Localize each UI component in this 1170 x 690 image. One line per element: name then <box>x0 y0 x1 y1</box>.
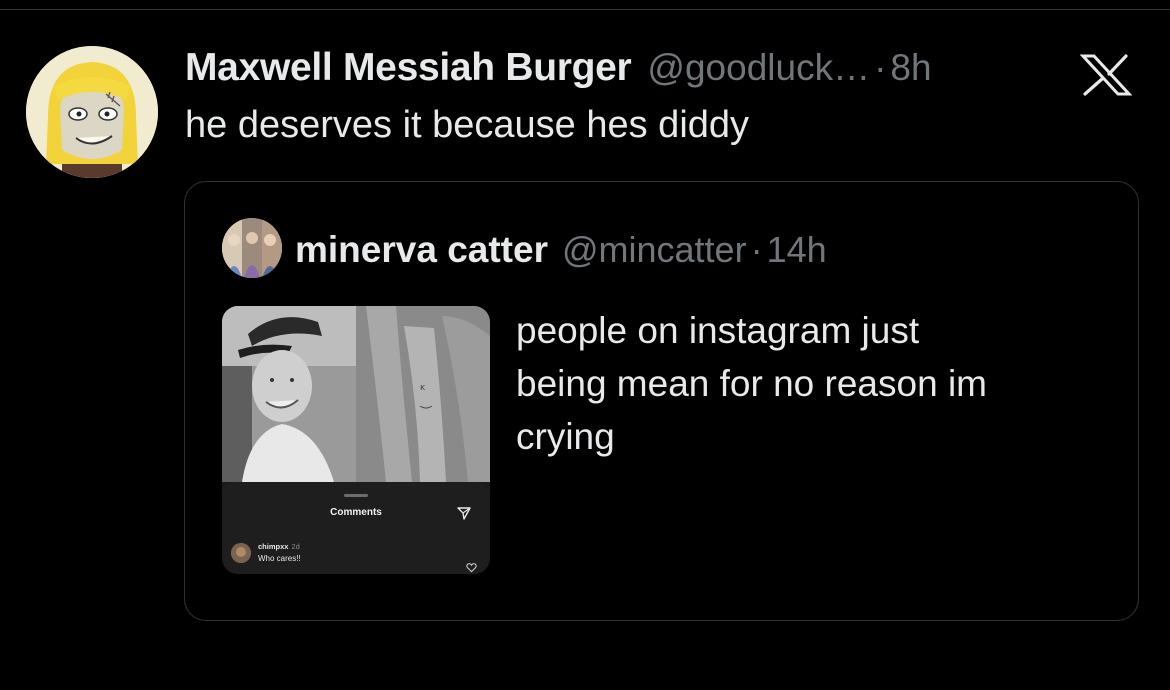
comment-text: Who cares!! <box>258 554 301 563</box>
comments-title: Comments <box>330 507 382 518</box>
quoted-separator-dot: · <box>750 229 763 270</box>
quoted-text-line: being mean for no reason im <box>516 363 987 404</box>
separator-dot: · <box>874 47 887 88</box>
quoted-author-name[interactable]: minerva catter <box>295 229 548 271</box>
tweet-header: Maxwell Messiah Burger @goodluck… · 8h <box>185 40 932 96</box>
comments-sheet: Comments chimpxx 2d Who cares!! <box>222 482 490 574</box>
svg-text:ĸ: ĸ <box>420 383 426 393</box>
x-logo-icon[interactable] <box>1079 54 1133 96</box>
post-time[interactable]: 8h <box>890 47 931 89</box>
heart-icon <box>466 560 477 573</box>
tweet-text: he deserves it because hes diddy <box>185 104 750 146</box>
comment-age: 2d <box>291 542 300 551</box>
photo-right: ĸ <box>356 306 490 482</box>
quoted-text-line: people on instagram just <box>516 310 920 351</box>
author-handle[interactable]: @goodluck… <box>647 47 870 89</box>
quoted-text-line: crying <box>516 416 615 457</box>
quoted-author-handle[interactable]: @mincatter <box>562 229 747 271</box>
author-name[interactable]: Maxwell Messiah Burger <box>185 46 632 90</box>
share-icon <box>456 505 472 521</box>
avatar[interactable] <box>26 46 158 178</box>
comment-username: chimpxx 2d <box>258 542 300 551</box>
comment-avatar <box>231 543 251 563</box>
quoted-avatar[interactable] <box>222 218 282 278</box>
sheet-handle <box>344 494 368 497</box>
photo-left <box>222 306 356 482</box>
quoted-media-image[interactable]: ĸ Comments chimpxx 2d Who cares!! <box>222 306 490 574</box>
quoted-tweet-header: minerva catter @mincatter · 14h <box>295 224 827 276</box>
top-divider <box>0 9 1170 10</box>
quoted-tweet-text: people on instagram just being mean for … <box>516 304 1116 463</box>
quoted-post-time[interactable]: 14h <box>767 229 827 271</box>
